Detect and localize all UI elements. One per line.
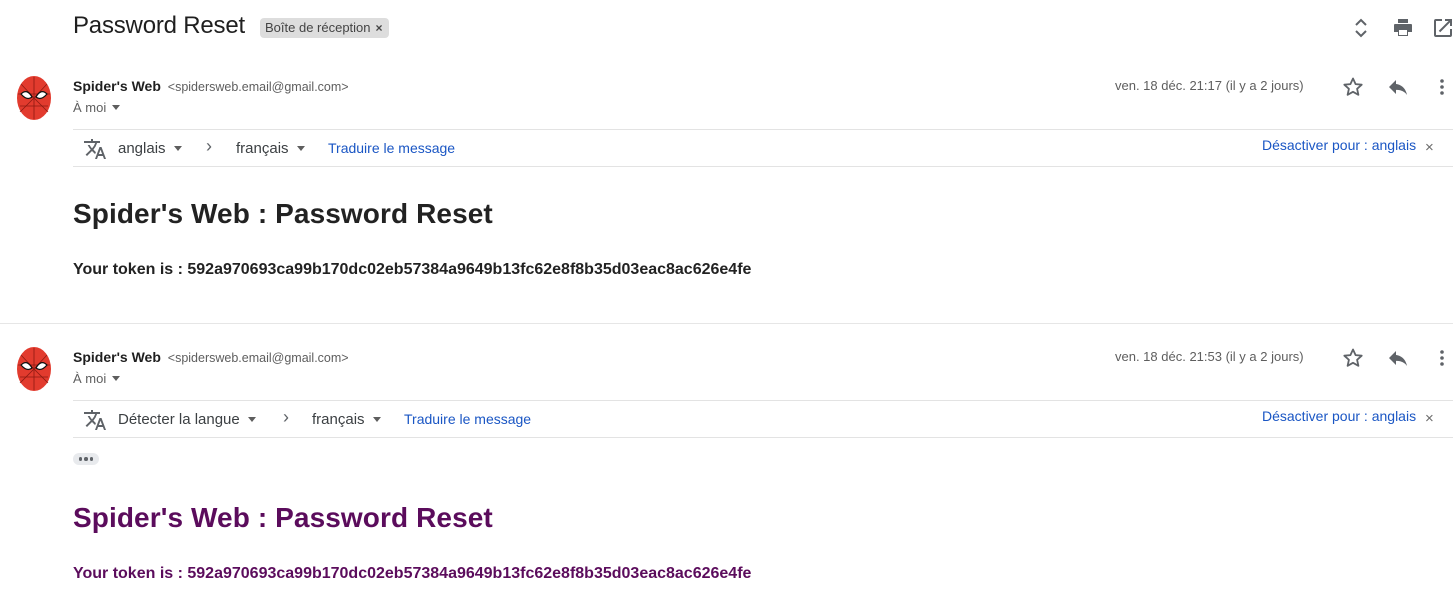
chevron-right-icon: ›: [206, 136, 212, 156]
recipient-details-toggle[interactable]: À moi: [73, 371, 121, 386]
target-language-select[interactable]: français: [236, 130, 305, 166]
inbox-label-chip[interactable]: Boîte de réception ×: [260, 18, 389, 38]
close-translate-bar-button[interactable]: ×: [1425, 410, 1434, 427]
token-line: Your token is : 592a970693ca99b170dc02eb…: [73, 565, 752, 582]
sender-line: Spider's Web <spidersweb.email@gmail.com…: [73, 349, 349, 365]
disable-translation-link[interactable]: Désactiver pour : anglais: [1262, 137, 1416, 153]
translate-bar: anglais › français Traduire le message D…: [73, 129, 1453, 167]
close-translate-bar-button[interactable]: ×: [1425, 139, 1434, 156]
target-language-select[interactable]: français: [312, 401, 381, 437]
translate-message-link[interactable]: Traduire le message: [404, 411, 531, 427]
reply-icon[interactable]: [1386, 346, 1410, 370]
dropdown-arrow-icon: [173, 145, 182, 151]
sender-name[interactable]: Spider's Web: [73, 78, 161, 94]
recipient-details-toggle[interactable]: À moi: [73, 100, 121, 115]
star-icon[interactable]: [1341, 346, 1365, 370]
more-vert-icon[interactable]: [1430, 75, 1453, 99]
disable-translation-link[interactable]: Désactiver pour : anglais: [1262, 408, 1416, 424]
target-language-value: français: [312, 410, 365, 428]
more-vert-icon[interactable]: [1430, 346, 1453, 370]
dropdown-arrow-icon: [112, 376, 121, 381]
translate-message-link[interactable]: Traduire le message: [328, 140, 455, 156]
thread-subject: Password Reset: [73, 12, 245, 39]
star-icon[interactable]: [1341, 75, 1365, 99]
target-language-value: français: [236, 139, 289, 157]
print-icon[interactable]: [1391, 16, 1415, 40]
dropdown-arrow-icon: [112, 105, 121, 110]
recipient-label: À moi: [73, 100, 107, 115]
chevron-right-icon: ›: [283, 407, 289, 427]
translate-icon: [83, 408, 107, 432]
source-language-select[interactable]: anglais: [118, 130, 182, 166]
message-heading: Spider's Web : Password Reset: [73, 502, 493, 533]
sender-email: <spidersweb.email@gmail.com>: [167, 80, 349, 94]
message-date: ven. 18 déc. 21:17 (il y a 2 jours): [1115, 78, 1304, 93]
show-trimmed-content-button[interactable]: [73, 453, 99, 465]
recipient-label: À moi: [73, 371, 107, 386]
sender-line: Spider's Web <spidersweb.email@gmail.com…: [73, 78, 349, 94]
message-heading: Spider's Web : Password Reset: [73, 198, 493, 229]
open-in-new-window-icon[interactable]: [1431, 16, 1453, 40]
source-language-select[interactable]: Détecter la langue: [118, 401, 256, 437]
message-date: ven. 18 déc. 21:53 (il y a 2 jours): [1115, 349, 1304, 364]
source-language-value: anglais: [118, 139, 166, 157]
sender-email: <spidersweb.email@gmail.com>: [167, 351, 349, 365]
dropdown-arrow-icon: [296, 145, 305, 151]
dropdown-arrow-icon: [372, 416, 381, 422]
spiderman-avatar-icon: [15, 345, 53, 393]
translate-icon: [83, 137, 107, 161]
spiderman-avatar-icon: [15, 74, 53, 122]
expand-collapse-icon[interactable]: [1349, 16, 1373, 40]
remove-label-button[interactable]: ×: [376, 18, 383, 38]
dropdown-arrow-icon: [247, 416, 256, 422]
reply-icon[interactable]: [1386, 75, 1410, 99]
translate-bar: Détecter la langue › français Traduire l…: [73, 400, 1453, 438]
source-language-value: Détecter la langue: [118, 410, 240, 428]
message-divider: [0, 323, 1453, 324]
token-line: Your token is : 592a970693ca99b170dc02eb…: [73, 261, 752, 278]
sender-name[interactable]: Spider's Web: [73, 349, 161, 365]
inbox-label-text: Boîte de réception: [265, 20, 371, 35]
